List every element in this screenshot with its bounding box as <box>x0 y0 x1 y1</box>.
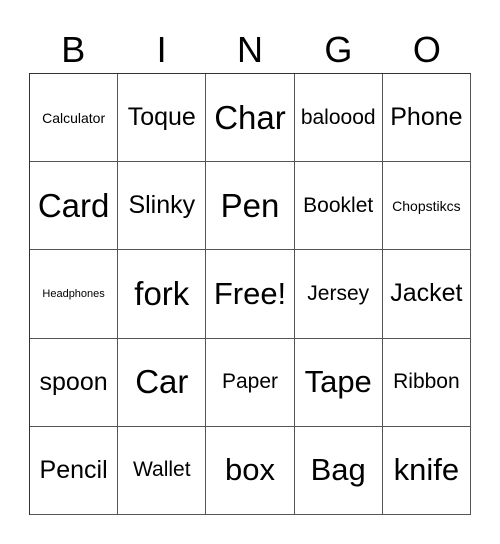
bingo-cell[interactable]: Wallet <box>118 426 207 515</box>
bingo-cell[interactable]: Headphones <box>30 250 119 339</box>
bingo-cell-label: Booklet <box>303 193 374 217</box>
bingo-cell-label: Ribbon <box>393 370 460 394</box>
bingo-cell[interactable]: Bag <box>294 426 383 515</box>
header-letter-i: I <box>156 29 167 70</box>
bingo-cell-label: Calculator <box>42 109 106 126</box>
bingo-cell[interactable]: Car <box>118 338 207 427</box>
bingo-cell[interactable]: Slinky <box>118 162 207 251</box>
bingo-cell[interactable]: baloood <box>294 74 383 163</box>
header-letter-g: G <box>324 29 353 70</box>
bingo-cell-label: Paper <box>221 370 279 394</box>
bingo-cell-label: Jacket <box>390 279 463 308</box>
header-letter-n: N <box>237 29 264 70</box>
bingo-cell[interactable]: Jacket <box>382 250 471 339</box>
bingo-cell-label: spoon <box>39 367 108 396</box>
bingo-cell-label: Car <box>135 363 189 401</box>
bingo-cell[interactable]: Calculator <box>30 74 119 163</box>
bingo-cell[interactable]: spoon <box>30 338 119 427</box>
bingo-cell[interactable]: knife <box>382 426 471 515</box>
bingo-cell[interactable]: Free! <box>206 250 295 339</box>
bingo-cell-label: Bag <box>310 452 366 488</box>
bingo-cell-label: Wallet <box>133 458 191 482</box>
bingo-cell-label: fork <box>134 274 190 312</box>
bingo-cell-label: Jersey <box>307 281 370 305</box>
header-letter-o: O <box>412 29 441 70</box>
bingo-cell-label: Toque <box>127 103 196 132</box>
bingo-cell-label: Card <box>37 186 110 224</box>
bingo-cell[interactable]: Booklet <box>294 162 383 251</box>
bingo-cell-label: Slinky <box>128 191 196 220</box>
header-letter-b: B <box>61 29 86 70</box>
bingo-cell-label: Phone <box>390 103 463 132</box>
bingo-cell[interactable]: fork <box>118 250 207 339</box>
bingo-header: B I N G O <box>29 26 471 74</box>
bingo-cell-label: Free! <box>213 275 287 311</box>
bingo-cell[interactable]: Phone <box>382 74 471 163</box>
bingo-cell-label: Pen <box>220 186 280 224</box>
bingo-cell-label: Char <box>214 98 286 136</box>
bingo-cell[interactable]: Jersey <box>294 250 383 339</box>
bingo-card-grid: Calculator Toque Char baloood Phone Card Slink… <box>29 73 471 515</box>
bingo-cell-label: box <box>225 452 275 488</box>
bingo-cell[interactable]: Ribbon <box>382 338 471 427</box>
bingo-cell-label: Headphones <box>42 287 105 300</box>
bingo-cell[interactable]: Card <box>30 162 119 251</box>
bingo-cell-label: Pencil <box>39 455 108 484</box>
bingo-cell[interactable]: box <box>206 426 295 515</box>
bingo-cell[interactable]: Chopstikcs <box>382 162 471 251</box>
bingo-cell-label: baloood <box>300 105 376 129</box>
bingo-cell-label: knife <box>393 452 460 488</box>
bingo-cell[interactable]: Paper <box>206 338 295 427</box>
bingo-cell-label: Chopstikcs <box>392 197 461 214</box>
bingo-cell[interactable]: Tape <box>294 338 383 427</box>
bingo-cell[interactable]: Pencil <box>30 426 119 515</box>
bingo-cell-label: Tape <box>304 364 372 400</box>
bingo-cell[interactable]: Pen <box>206 162 295 251</box>
bingo-cell[interactable]: Toque <box>118 74 207 163</box>
bingo-cell[interactable]: Char <box>206 74 295 163</box>
